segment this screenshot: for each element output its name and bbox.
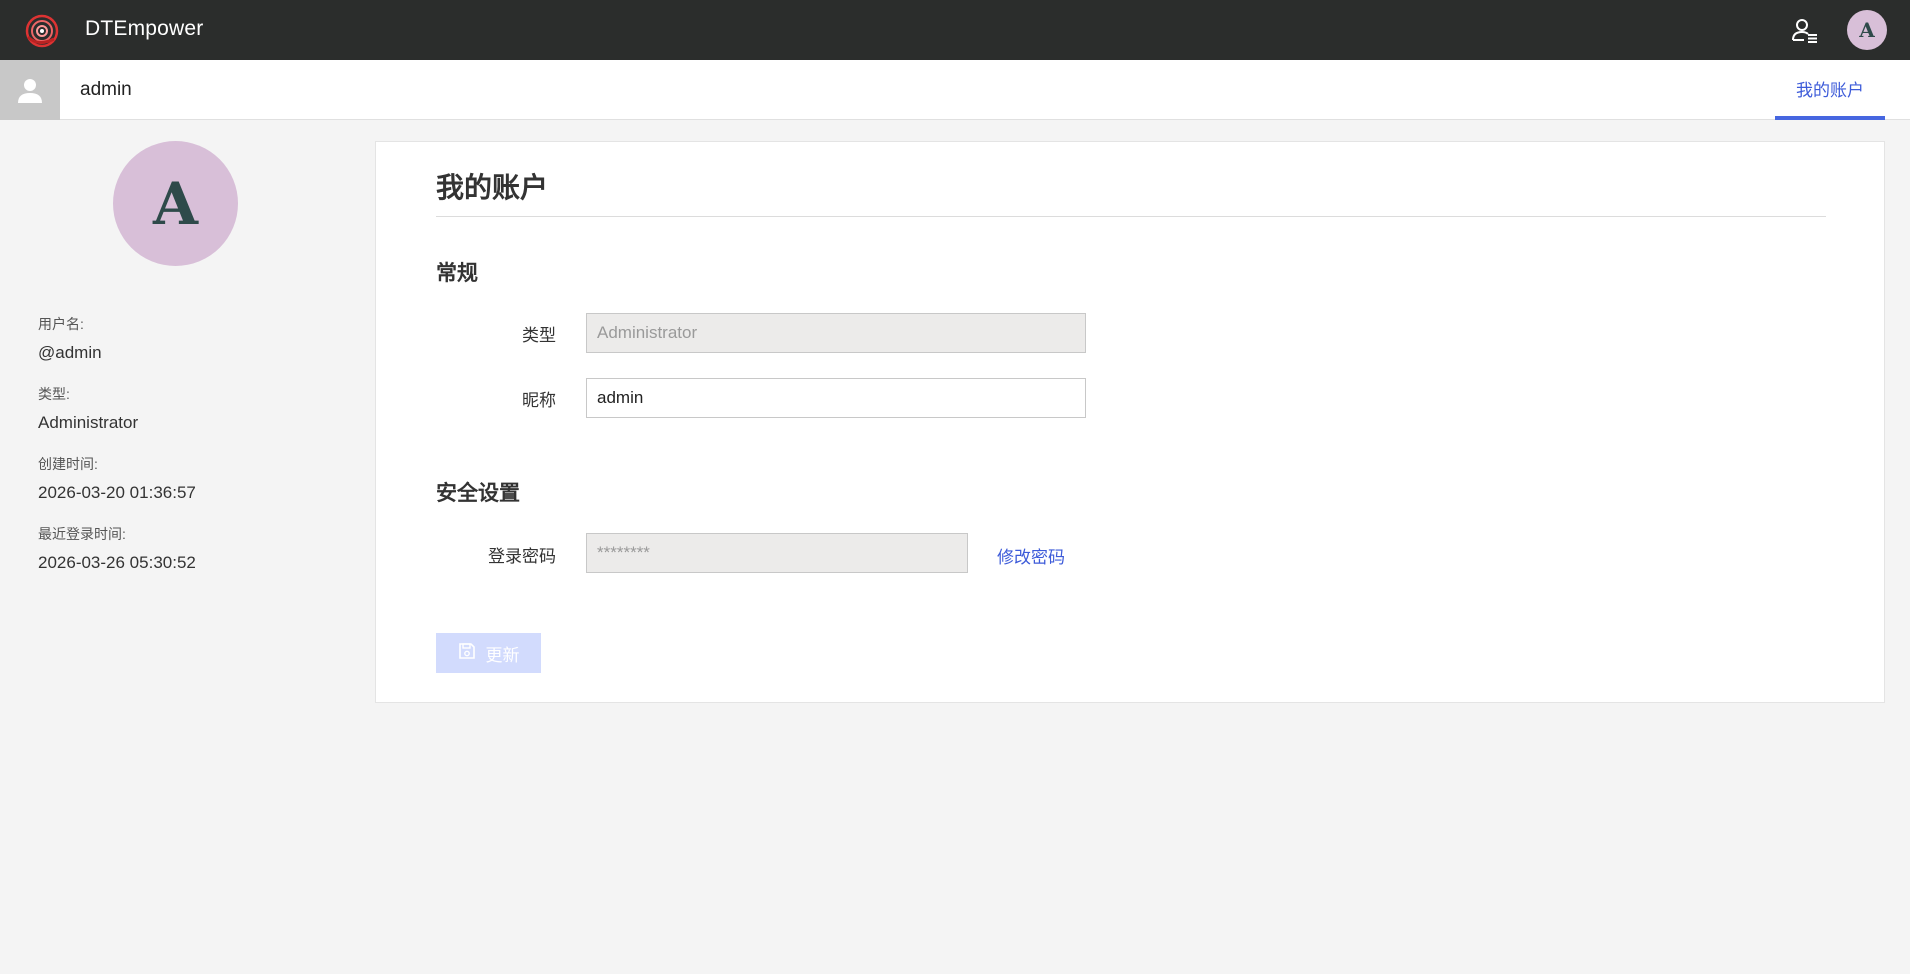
card-divider (436, 216, 1826, 217)
password-field: ******** (586, 533, 968, 573)
update-button[interactable]: 更新 (436, 633, 541, 673)
username-label: 用户名: (38, 316, 84, 332)
top-bar: DTEmpower A (0, 0, 1910, 60)
save-icon (458, 642, 476, 665)
sub-header: admin 我的账户 (0, 60, 1910, 120)
type-field-label: 类型 (522, 326, 556, 345)
created-time-label: 创建时间: (38, 456, 98, 472)
created-time-value: 2026-03-20 01:36:57 (38, 483, 196, 502)
card-title: 我的账户 (436, 172, 549, 203)
type-field: Administrator (586, 313, 1086, 353)
dtempower-logo-icon[interactable] (24, 13, 60, 49)
account-card: 我的账户 常规 类型 Administrator 昵称 admin 安全设置 登… (375, 141, 1885, 703)
general-section-title: 常规 (436, 262, 478, 285)
user-list-icon[interactable] (1790, 16, 1820, 46)
sub-header-username: admin (80, 79, 132, 100)
profile-avatar: A (113, 141, 238, 266)
type-value: Administrator (38, 413, 139, 432)
tab-my-account[interactable]: 我的账户 (1775, 60, 1885, 120)
user-icon (0, 60, 60, 120)
update-button-label: 更新 (485, 645, 520, 665)
change-password-link[interactable]: 修改密码 (997, 543, 1065, 568)
app-title: DTEmpower (85, 17, 204, 40)
username-value: @admin (38, 343, 102, 362)
last-login-label: 最近登录时间: (38, 526, 126, 542)
type-label: 类型: (38, 386, 70, 402)
security-section-title: 安全设置 (436, 482, 520, 505)
nickname-field-label: 昵称 (522, 391, 556, 410)
top-avatar[interactable]: A (1847, 10, 1887, 50)
password-field-label: 登录密码 (488, 547, 556, 566)
last-login-value: 2026-03-26 05:30:52 (38, 553, 196, 572)
nickname-input[interactable]: admin (586, 378, 1086, 418)
